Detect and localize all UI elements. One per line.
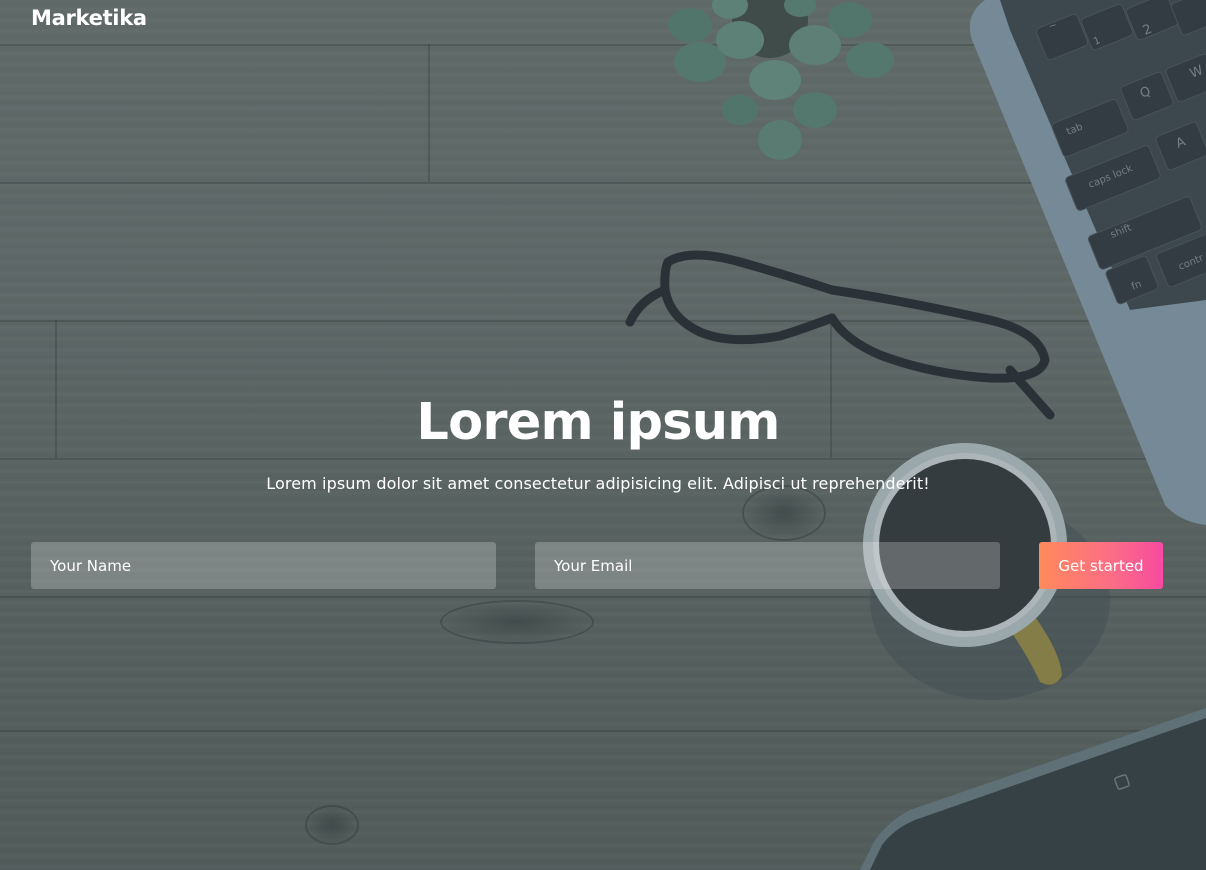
brand-logo[interactable]: Marketika	[31, 6, 147, 30]
get-started-button[interactable]: Get started	[1039, 542, 1163, 589]
hero-title: Lorem ipsum	[416, 393, 780, 452]
email-input[interactable]	[535, 542, 1000, 589]
name-input[interactable]	[31, 542, 496, 589]
hero-subtitle: Lorem ipsum dolor sit amet consectetur a…	[266, 474, 930, 493]
